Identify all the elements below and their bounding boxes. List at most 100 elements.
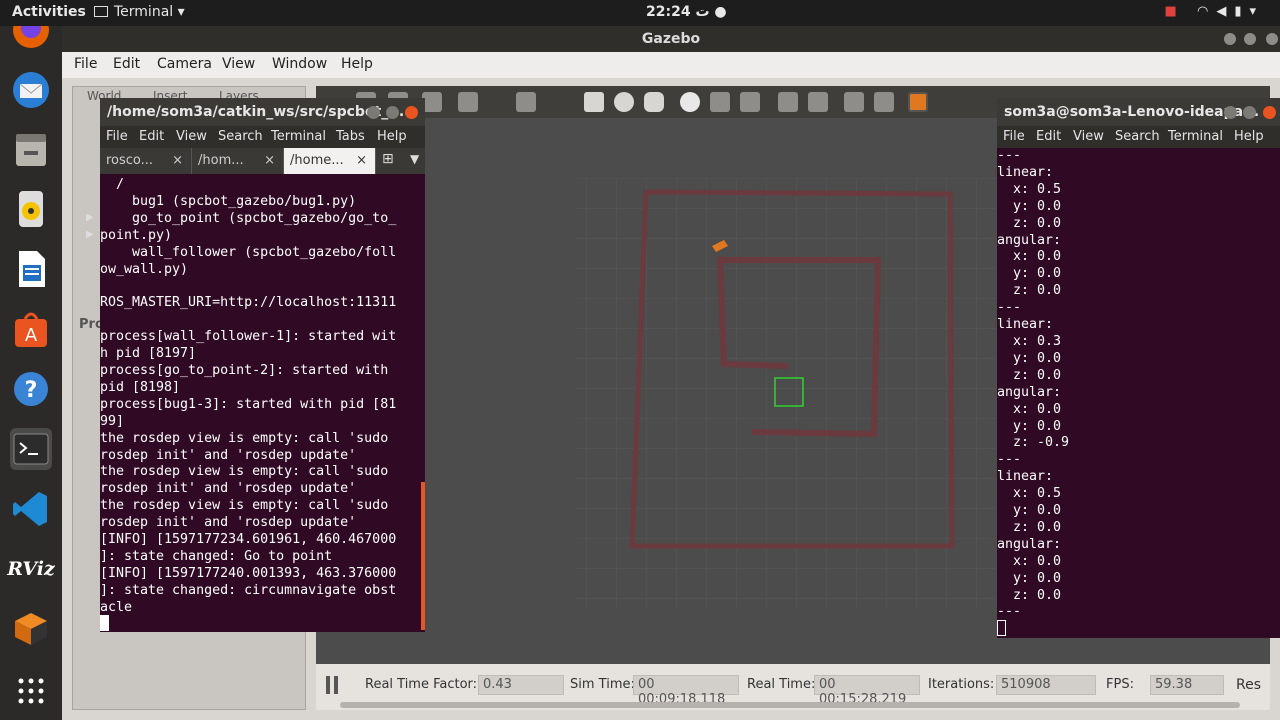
menu-help[interactable]: Help — [1234, 129, 1264, 144]
dock: A ? RViz — [0, 26, 62, 720]
system-tray[interactable]: ■ ◠◀▮▾ — [1165, 4, 1264, 19]
terminal-icon[interactable] — [10, 428, 52, 470]
terminal-output[interactable]: / bug1 (spcbot_gazebo/bug1.py) go_to_poi… — [100, 177, 425, 617]
scrollbar-indicator[interactable] — [421, 482, 425, 630]
rviz-label: RViz — [7, 558, 55, 580]
terminal-icon — [94, 6, 108, 17]
rhythmbox-icon[interactable] — [10, 188, 52, 230]
chevron-down-icon: ▾ — [1249, 4, 1264, 19]
help-icon[interactable]: ? — [10, 368, 52, 410]
gazebo-titlebar[interactable]: Gazebo — [62, 26, 1280, 52]
scale-mode-icon[interactable] — [422, 92, 442, 112]
snap-icon[interactable] — [874, 92, 894, 112]
tab-label: /hom... — [198, 153, 244, 168]
menu-help[interactable]: Help — [377, 129, 407, 144]
terminal-tab[interactable]: /hom... × — [192, 148, 284, 174]
horizontal-scrollbar[interactable] — [340, 702, 1240, 708]
close-icon[interactable]: × — [172, 148, 183, 174]
gazebo-icon[interactable] — [10, 608, 52, 650]
terminal-cursor — [997, 620, 1006, 636]
terminal-title: /home/som3a/catkin_ws/src/spcbot_... — [107, 104, 405, 120]
maximize-button[interactable] — [386, 106, 399, 119]
terminal-window-left[interactable]: /home/som3a/catkin_ws/src/spcbot_... Fil… — [100, 98, 425, 632]
cylinder-icon[interactable] — [644, 92, 664, 112]
maximize-button[interactable] — [1244, 33, 1256, 45]
menu-edit[interactable]: Edit — [139, 129, 164, 144]
gazebo-title: Gazebo — [641, 31, 701, 47]
app-menu[interactable]: Terminal ▾ — [94, 4, 185, 20]
wifi-icon: ◠ — [1196, 4, 1217, 19]
desktop: { "topbar": { "activities": "Activities"… — [0, 0, 1280, 720]
new-tab-icon[interactable]: ⊞ — [382, 151, 394, 167]
spot-light-icon[interactable] — [710, 92, 730, 112]
menu-file[interactable]: File — [74, 56, 97, 72]
sphere-icon[interactable] — [614, 92, 634, 112]
expand-arrow-icon[interactable]: ▶ — [86, 229, 94, 240]
menu-file[interactable]: File — [106, 129, 128, 144]
minimize-button[interactable] — [367, 106, 380, 119]
maximize-button[interactable] — [1243, 106, 1256, 119]
terminal-menubar: File Edit View Search Terminal Tabs Help — [100, 126, 425, 148]
real-time-label: Real Time: — [747, 677, 816, 692]
terminal-titlebar[interactable]: som3a@som3a-Lenovo-ideapa... — [997, 98, 1280, 126]
files-icon[interactable] — [10, 128, 52, 170]
menu-terminal[interactable]: Terminal — [271, 129, 326, 144]
close-button[interactable] — [1263, 106, 1276, 119]
terminal-tab[interactable]: rosco... × — [100, 148, 192, 174]
terminal-tab-active[interactable]: /home... × — [284, 148, 376, 174]
menu-search[interactable]: Search — [1115, 129, 1160, 144]
align-icon[interactable] — [844, 92, 864, 112]
terminal-menubar: File Edit View Search Terminal Help — [997, 126, 1280, 148]
rviz-icon[interactable]: RViz — [7, 548, 55, 590]
software-icon[interactable]: A — [10, 308, 52, 350]
close-icon[interactable]: × — [356, 148, 367, 174]
fps-value: 59.38 — [1150, 675, 1224, 695]
directional-light-icon[interactable] — [740, 92, 760, 112]
menu-edit[interactable]: Edit — [113, 56, 140, 72]
activities-button[interactable]: Activities — [12, 4, 86, 20]
paste-icon[interactable] — [808, 92, 828, 112]
point-light-icon[interactable] — [680, 92, 700, 112]
menu-file[interactable]: File — [1003, 129, 1025, 144]
menu-help[interactable]: Help — [341, 56, 373, 72]
thunderbird-icon[interactable] — [10, 69, 52, 111]
terminal-output[interactable]: --- linear: x: 0.5 y: 0.0 z: 0.0 angular… — [997, 148, 1280, 621]
terminal-window-right[interactable]: som3a@som3a-Lenovo-ideapa... File Edit V… — [997, 98, 1280, 638]
redo-icon[interactable] — [516, 92, 536, 112]
copy-icon[interactable] — [778, 92, 798, 112]
menu-search[interactable]: Search — [218, 129, 263, 144]
menu-window[interactable]: Window — [272, 56, 327, 72]
terminal-title: som3a@som3a-Lenovo-ideapa... — [1004, 104, 1260, 120]
pause-icon[interactable] — [326, 676, 340, 694]
close-button[interactable] — [405, 106, 418, 119]
minimize-button[interactable] — [1224, 33, 1236, 45]
top-bar: Activities Terminal ▾ 22:24 ت ● ■ ◠◀▮▾ — [0, 0, 1280, 26]
clock[interactable]: 22:24 ت ● — [646, 4, 727, 20]
libreoffice-writer-icon[interactable] — [10, 248, 52, 290]
close-button[interactable] — [1266, 33, 1278, 45]
vscode-icon[interactable] — [10, 488, 52, 530]
menu-view[interactable]: View — [222, 56, 255, 72]
reset-button[interactable]: Res — [1236, 677, 1261, 693]
minimize-button[interactable] — [1224, 106, 1237, 119]
close-icon[interactable]: × — [264, 148, 275, 174]
expand-arrow-icon[interactable]: ▶ — [86, 212, 94, 223]
menu-view[interactable]: View — [176, 129, 207, 144]
show-apps-icon[interactable] — [10, 670, 52, 712]
sim-time-value: 00 00:09:18.118 — [633, 675, 739, 707]
gazebo-statusbar: Real Time Factor: 0.43 Sim Time: 00 00:0… — [316, 664, 1270, 710]
box-icon[interactable] — [584, 92, 604, 112]
firefox-icon[interactable] — [10, 26, 52, 52]
chevron-down-icon[interactable]: ▼ — [410, 152, 419, 166]
menu-tabs[interactable]: Tabs — [336, 129, 365, 144]
terminal-titlebar[interactable]: /home/som3a/catkin_ws/src/spcbot_... — [100, 98, 425, 126]
menu-view[interactable]: View — [1073, 129, 1104, 144]
menu-edit[interactable]: Edit — [1036, 129, 1061, 144]
view-angle-icon[interactable] — [908, 92, 928, 112]
undo-icon[interactable] — [458, 92, 478, 112]
menu-terminal[interactable]: Terminal — [1168, 129, 1223, 144]
real-time-value: 00 00:15:28.219 — [814, 675, 920, 707]
menu-camera[interactable]: Camera — [157, 56, 212, 72]
gazebo-menubar: File Edit Camera View Window Help — [62, 52, 1280, 78]
fps-label: FPS: — [1106, 677, 1134, 692]
